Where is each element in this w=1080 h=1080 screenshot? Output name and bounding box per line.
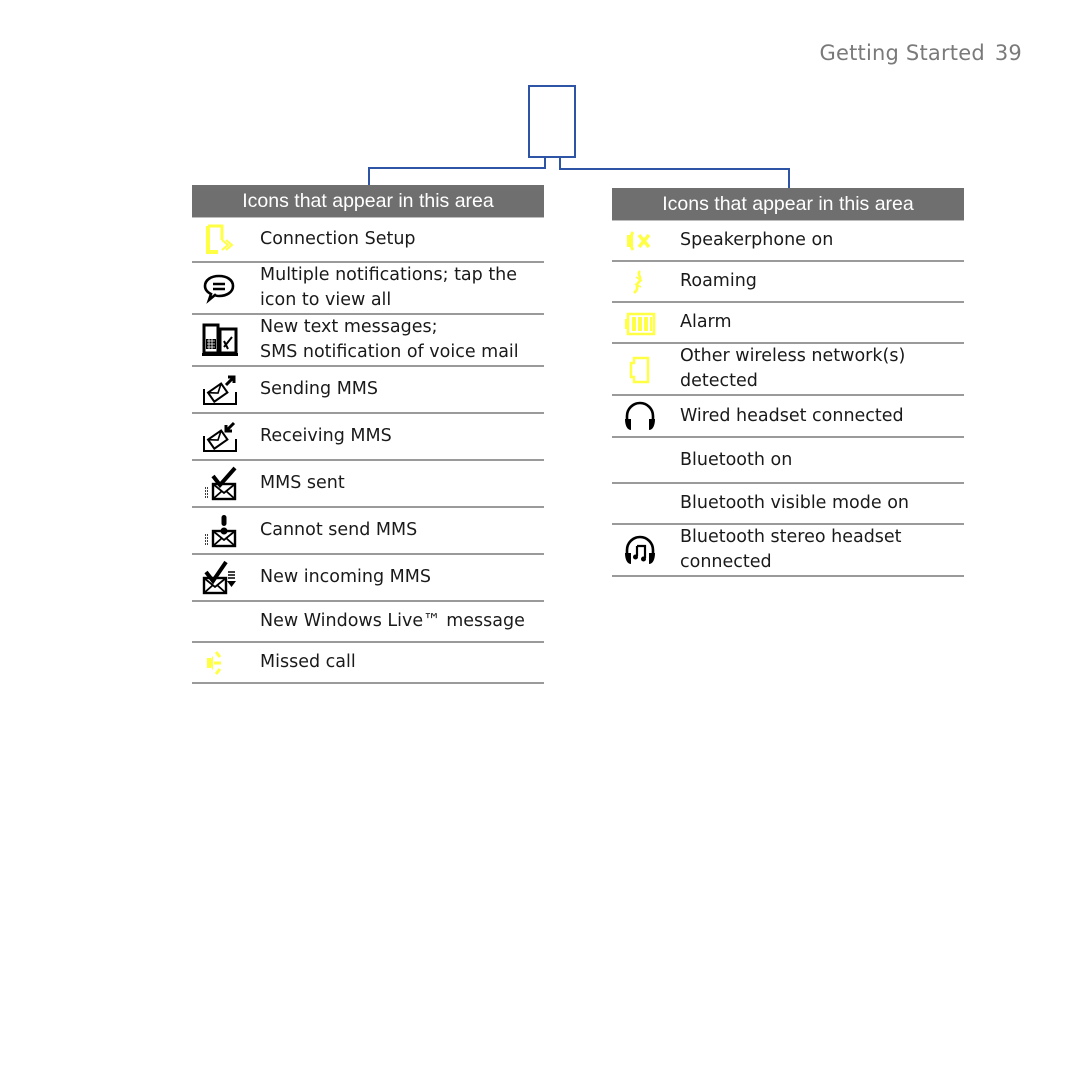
row-label: MMS sent [260, 473, 345, 493]
speakerphone-icon [612, 226, 680, 256]
right-icon-table: Icons that appear in this area Speakerph… [612, 188, 964, 577]
bluetooth-stereo-headset-icon [612, 533, 680, 567]
connector-right-horizontal [559, 168, 790, 170]
row-label: Speakerphone on [680, 230, 834, 250]
table-row: Bluetooth stereo headset connected [612, 525, 964, 577]
table-row: Speakerphone on [612, 221, 964, 262]
device-screen-box [528, 85, 576, 158]
sms-voicemail-icon [192, 323, 260, 357]
table-row: Multiple notifications; tap the icon to … [192, 263, 544, 315]
row-label: Wired headset connected [680, 405, 904, 426]
table-row: Missed call [192, 643, 544, 684]
table-row: Wired headset connected [612, 396, 964, 438]
connector-right-vertical-bottom [788, 168, 790, 188]
row-label: Alarm [680, 312, 732, 332]
table-row: Bluetooth on [612, 438, 964, 484]
connector-left-horizontal [368, 167, 546, 169]
row-label: New incoming MMS [260, 567, 431, 587]
row-label: Cannot send MMS [260, 520, 418, 540]
section-title: Getting Started [819, 41, 985, 65]
table-row: Bluetooth visible mode on [612, 484, 964, 525]
row-label: Bluetooth stereo headset connected [680, 527, 902, 572]
table-row: New incoming MMS [192, 555, 544, 602]
table-header: Icons that appear in this area [192, 185, 544, 218]
table-header: Icons that appear in this area [612, 188, 964, 221]
sending-mms-icon [192, 373, 260, 407]
row-label: Missed call [260, 652, 356, 672]
table-row: Sending MMS [192, 367, 544, 414]
speech-bubble-icon [192, 271, 260, 305]
missed-call-icon [192, 648, 260, 678]
roaming-icon [612, 267, 680, 297]
table-row: Roaming [612, 262, 964, 303]
wireless-network-icon [612, 352, 680, 386]
table-row: New Windows Live™ message [192, 602, 544, 643]
row-label: Other wireless network(s) detected [680, 346, 906, 391]
table-row: Alarm [612, 303, 964, 344]
row-label: New text messages; SMS notification of v… [260, 317, 519, 362]
table-row: Connection Setup [192, 218, 544, 263]
table-row: Other wireless network(s) detected [612, 344, 964, 396]
row-label: Bluetooth visible mode on [680, 493, 910, 513]
page-number: 39 [994, 41, 1022, 65]
connection-setup-icon [192, 223, 260, 257]
table-row: New text messages; SMS notification of v… [192, 315, 544, 367]
new-incoming-mms-icon [192, 560, 260, 596]
row-label: Connection Setup [260, 229, 416, 249]
table-row: MMS sent [192, 461, 544, 508]
connector-left-vertical-bottom [368, 167, 370, 185]
table-row: Receiving MMS [192, 414, 544, 461]
row-label: New Windows Live™ message [260, 611, 525, 631]
row-label: Sending MMS [260, 379, 379, 399]
wired-headset-icon [612, 399, 680, 433]
cannot-send-mms-icon [192, 513, 260, 549]
row-label: Bluetooth on [680, 449, 793, 470]
left-icon-table: Icons that appear in this area Connectio… [192, 185, 544, 684]
row-label: Receiving MMS [260, 426, 392, 446]
mms-sent-icon [192, 466, 260, 502]
table-row: Cannot send MMS [192, 508, 544, 555]
row-label: Roaming [680, 271, 757, 291]
running-head: Getting Started 39 [820, 41, 1023, 65]
alarm-icon [612, 308, 680, 338]
row-label: Multiple notifications; tap the icon to … [260, 265, 518, 310]
receiving-mms-icon [192, 420, 260, 454]
